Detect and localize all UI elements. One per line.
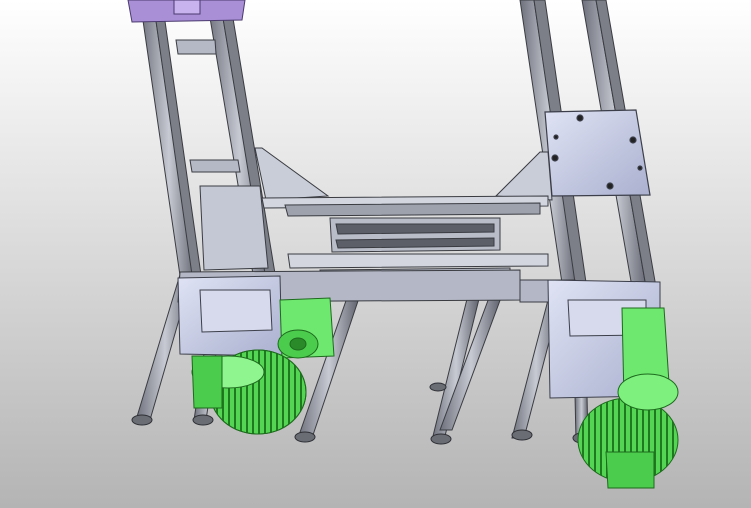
upper-crossbeam bbox=[261, 195, 549, 217]
cad-viewport[interactable] bbox=[0, 0, 751, 508]
left-side-frame bbox=[199, 185, 269, 271]
mounting-plate-icon bbox=[544, 109, 651, 197]
cad-model-render bbox=[0, 0, 751, 508]
violet-bracket bbox=[127, 0, 246, 23]
gearbox-icon bbox=[177, 275, 283, 357]
center-conveyor bbox=[329, 217, 501, 253]
